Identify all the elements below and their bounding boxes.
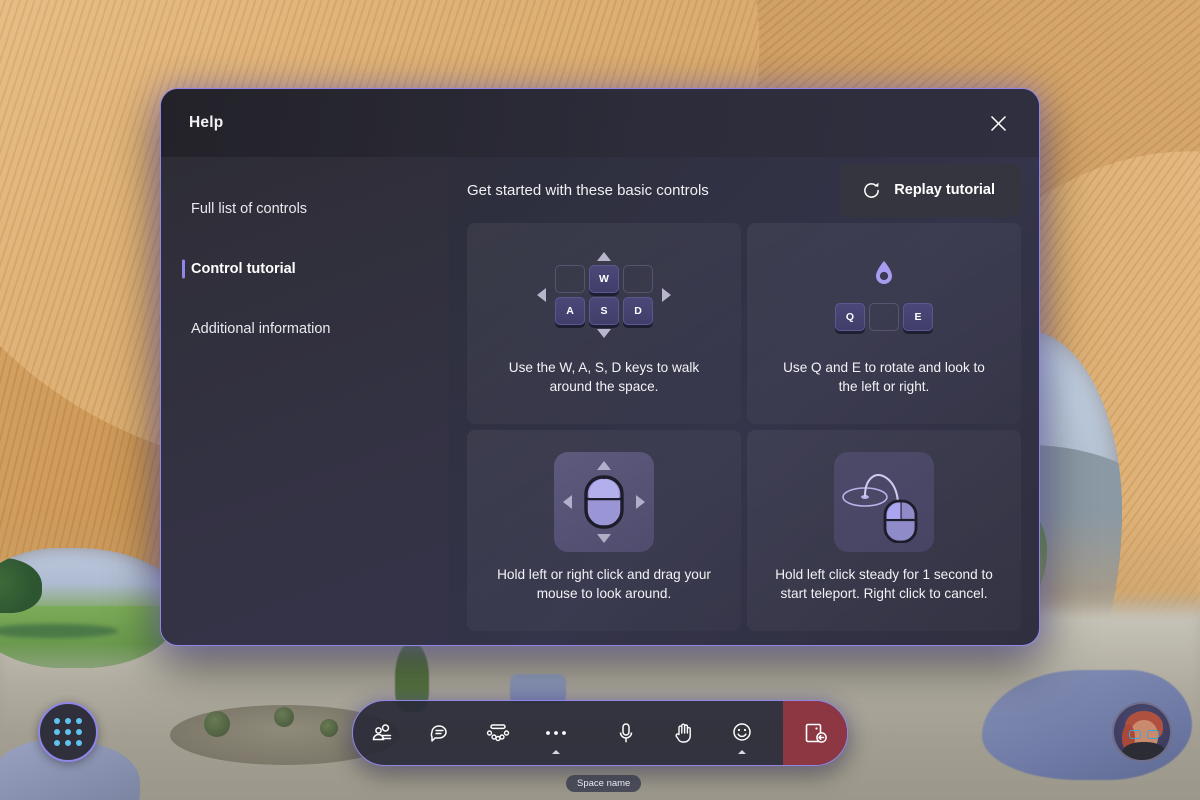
replay-icon: [864, 182, 880, 198]
mouse-drag-icon: [554, 452, 654, 552]
help-nav-list: Full list of controls Control tutorial A…: [161, 157, 449, 645]
chevron-up-icon: [552, 750, 560, 754]
help-content-pane: Get started with these basic controls Re…: [449, 157, 1039, 645]
nav-label: Full list of controls: [191, 201, 308, 217]
avatar-glasses: [1129, 730, 1159, 739]
grid-dot-icon: [54, 718, 60, 724]
card-caption: Use Q and E to rotate and look to the le…: [783, 360, 985, 394]
microphone-icon: [619, 723, 633, 743]
people-button[interactable]: [353, 701, 411, 765]
help-dialog: Help Full list of controls Control tutor…: [160, 88, 1040, 646]
space-name-label: Space name: [566, 775, 642, 792]
key-q: Q: [835, 303, 865, 331]
key-s: S: [589, 297, 619, 325]
teleport-diagram: [834, 438, 934, 566]
nav-label: Additional information: [191, 321, 331, 337]
tutorial-card-qe: Q E Use Q and E to rotate and look to th…: [747, 223, 1021, 424]
grid-dot-icon: [65, 718, 71, 724]
chat-icon: [430, 725, 447, 742]
replay-tutorial-button[interactable]: Replay tutorial: [840, 163, 1021, 217]
key-w: W: [589, 265, 619, 293]
qe-diagram: Q E: [835, 231, 933, 359]
toolbar-divider: [585, 701, 597, 765]
key-e: E: [903, 303, 933, 331]
mouse-teleport-icon: [834, 452, 934, 552]
tutorial-card-wasd: W A S D Use the W, A, S, D keys to walk …: [467, 223, 741, 424]
dialog-header: Help: [161, 89, 1039, 157]
close-button[interactable]: [981, 106, 1015, 140]
window-left: [0, 548, 180, 668]
content-header: Get started with these basic controls Re…: [449, 157, 1021, 223]
wasd-diagram: W A S D: [537, 231, 671, 359]
rotate-icon: [876, 261, 892, 284]
mouse-look-diagram: [554, 438, 654, 566]
key-blank-middle: [869, 303, 899, 331]
user-avatar[interactable]: [1112, 702, 1172, 762]
dialog-body: Full list of controls Control tutorial A…: [161, 157, 1039, 645]
people-icon: [372, 724, 392, 741]
microphone-button[interactable]: [597, 701, 655, 765]
bottom-toolbar: [352, 700, 848, 766]
key-a: A: [555, 297, 585, 325]
arrow-right-icon: [662, 288, 671, 302]
key-d: D: [623, 297, 653, 325]
dialog-title: Help: [189, 114, 224, 131]
grid-dot-icon: [54, 740, 60, 746]
grid-dot-icon: [65, 740, 71, 746]
nav-item-control-tutorial[interactable]: Control tutorial: [161, 239, 449, 299]
arrow-down-icon: [597, 329, 611, 338]
close-icon: [990, 115, 1006, 131]
key-blank-left: [555, 265, 585, 293]
emoji-icon: [733, 723, 751, 741]
nav-item-full-list[interactable]: Full list of controls: [161, 179, 449, 239]
grid-dot-icon: [76, 729, 82, 735]
chevron-up-icon: [738, 750, 746, 754]
card-caption: Hold left click steady for 1 second to s…: [775, 567, 993, 601]
seating-icon: [486, 724, 510, 742]
key-blank-right: [623, 265, 653, 293]
toolbar-group-primary: [353, 701, 771, 765]
grid-dot-icon: [76, 718, 82, 724]
grid-dot-icon: [76, 740, 82, 746]
avatar-body: [1122, 742, 1166, 760]
grid-dot-icon: [54, 729, 60, 735]
reactions-button[interactable]: [713, 701, 771, 765]
raise-hand-button[interactable]: [655, 701, 713, 765]
more-button[interactable]: [527, 701, 585, 765]
tutorial-card-mouse-look: Hold left or right click and drag your m…: [467, 430, 741, 631]
tutorial-card-teleport: Hold left click steady for 1 second to s…: [747, 430, 1021, 631]
leave-button[interactable]: [783, 701, 847, 765]
seating-button[interactable]: [469, 701, 527, 765]
content-heading: Get started with these basic controls: [467, 181, 709, 199]
card-caption: Use the W, A, S, D keys to walk around t…: [508, 360, 700, 394]
arrow-left-icon: [537, 288, 546, 302]
app-launcher-button[interactable]: [38, 702, 98, 762]
tutorial-card-grid: W A S D Use the W, A, S, D keys to walk …: [449, 223, 1021, 631]
card-caption: Hold left or right click and drag your m…: [497, 567, 711, 601]
grid-dot-icon: [65, 729, 71, 735]
replay-tutorial-label: Replay tutorial: [894, 182, 995, 198]
nav-label: Control tutorial: [191, 261, 296, 277]
more-icon: [546, 731, 566, 735]
raise-hand-icon: [675, 723, 691, 743]
leave-icon: [805, 723, 827, 743]
arrow-up-icon: [597, 252, 611, 261]
chat-button[interactable]: [411, 701, 469, 765]
nav-item-additional-information[interactable]: Additional information: [161, 299, 449, 359]
